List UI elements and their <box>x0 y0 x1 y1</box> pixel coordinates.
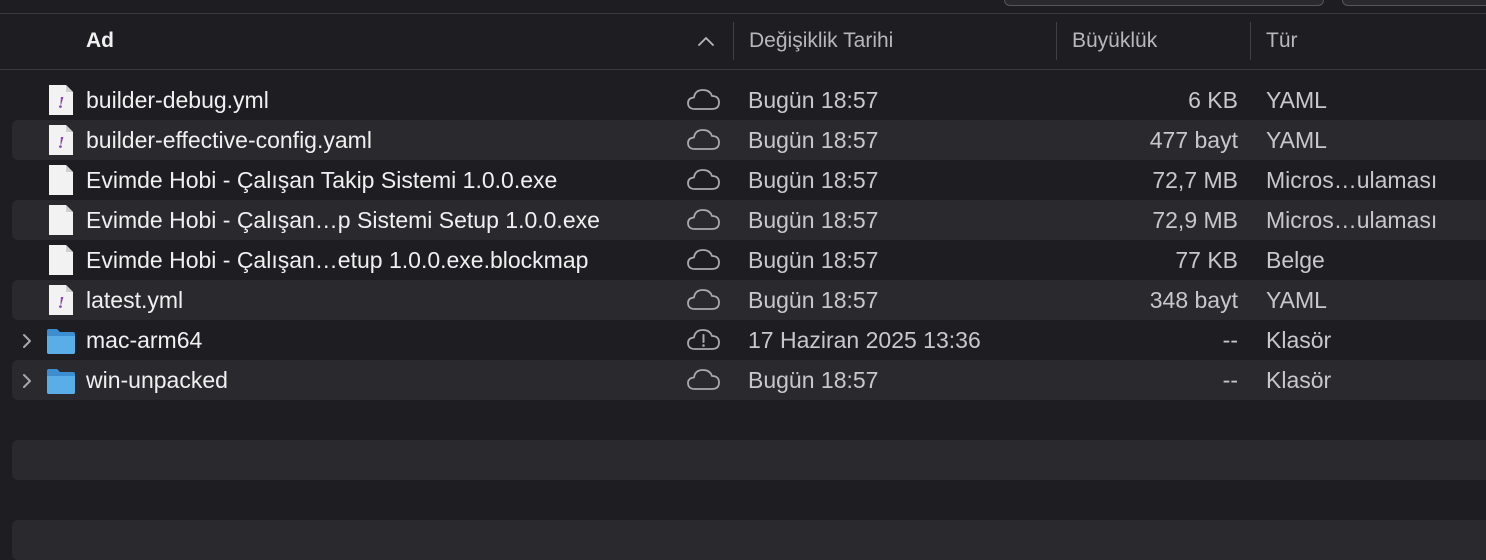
svg-text:!: ! <box>58 93 65 112</box>
file-kind: YAML <box>1266 287 1327 313</box>
file-date: Bugün 18:57 <box>748 367 879 393</box>
file-row[interactable]: ! builder-effective-config.yaml Bugün 18:5… <box>12 120 1486 160</box>
file-kind: YAML <box>1266 87 1327 113</box>
file-date: Bugün 18:57 <box>748 127 879 153</box>
file-name: builder-effective-config.yaml <box>86 127 372 153</box>
column-header-date[interactable]: Değişiklik Tarihi <box>749 14 893 70</box>
cloud-icon[interactable] <box>686 167 722 193</box>
file-name: mac-arm64 <box>86 327 203 353</box>
yaml-file-icon: ! <box>46 84 76 116</box>
file-kind: Klasör <box>1266 327 1332 353</box>
cloud-icon[interactable] <box>686 207 722 233</box>
column-header-name[interactable]: Ad <box>86 14 114 70</box>
folder-icon <box>46 364 76 396</box>
file-row[interactable]: ! latest.yml Bugün 18:57 348 bayt YAML <box>12 280 1486 320</box>
column-separator[interactable] <box>733 22 734 60</box>
empty-row <box>12 440 1486 480</box>
file-size: 348 bayt <box>1149 287 1238 313</box>
toolbar-search-field[interactable] <box>1004 0 1324 6</box>
svg-text:!: ! <box>58 293 65 312</box>
file-row[interactable]: Evimde Hobi - Çalışan…p Sistemi Setup 1.… <box>12 200 1486 240</box>
file-date: Bugün 18:57 <box>748 207 879 233</box>
file-row[interactable]: mac-arm64 17 Haziran 2025 13:36 -- Klasör <box>12 320 1486 360</box>
file-date: Bugün 18:57 <box>748 247 879 273</box>
file-size: 72,9 MB <box>1152 207 1238 233</box>
file-row[interactable]: win-unpacked Bugün 18:57 -- Klasör <box>12 360 1486 400</box>
disclosure-chevron-icon[interactable] <box>20 370 34 390</box>
column-separator[interactable] <box>1250 22 1251 60</box>
header-divider <box>0 69 1486 70</box>
file-date: Bugün 18:57 <box>748 287 879 313</box>
sort-ascending-chevron-icon[interactable] <box>697 33 715 51</box>
column-header-bar: Ad Değişiklik Tarihi Büyüklük Tür <box>0 14 1486 70</box>
file-size: -- <box>1222 367 1238 393</box>
cloud-icon[interactable] <box>686 87 722 113</box>
file-name: latest.yml <box>86 287 184 313</box>
file-date: Bugün 18:57 <box>748 167 879 193</box>
file-row[interactable]: ! builder-debug.yml Bugün 18:57 6 KB YAML <box>12 80 1486 120</box>
file-name: Evimde Hobi - Çalışan…etup 1.0.0.exe.blo… <box>86 247 589 273</box>
file-size: 6 KB <box>1188 87 1238 113</box>
document-icon <box>46 244 76 276</box>
svg-text:!: ! <box>58 133 65 152</box>
file-size: 477 bayt <box>1149 127 1238 153</box>
file-kind: Belge <box>1266 247 1325 273</box>
document-icon <box>46 204 76 236</box>
file-row[interactable]: Evimde Hobi - Çalışan…etup 1.0.0.exe.blo… <box>12 240 1486 280</box>
toolbar-button[interactable] <box>1342 0 1486 6</box>
empty-row <box>12 520 1486 560</box>
cloud-icon[interactable] <box>686 247 722 273</box>
file-date: 17 Haziran 2025 13:36 <box>748 327 981 353</box>
cloud-icon[interactable] <box>686 287 722 313</box>
column-separator[interactable] <box>1056 22 1057 60</box>
yaml-file-icon: ! <box>46 284 76 316</box>
cloud-icon[interactable] <box>686 367 722 393</box>
folder-icon <box>46 324 76 356</box>
file-name: win-unpacked <box>86 367 228 393</box>
file-kind: Micros…ulaması <box>1266 167 1438 193</box>
file-size: 77 KB <box>1175 247 1238 273</box>
file-row[interactable]: Evimde Hobi - Çalışan Takip Sistemi 1.0.… <box>12 160 1486 200</box>
file-kind: Klasör <box>1266 367 1332 393</box>
cloud-icon[interactable] <box>686 127 722 153</box>
column-header-kind[interactable]: Tür <box>1266 14 1298 70</box>
file-kind: Micros…ulaması <box>1266 207 1438 233</box>
file-kind: YAML <box>1266 127 1327 153</box>
yaml-file-icon: ! <box>46 124 76 156</box>
column-header-size[interactable]: Büyüklük <box>1072 14 1157 70</box>
file-date: Bugün 18:57 <box>748 87 879 113</box>
disclosure-chevron-icon[interactable] <box>20 330 34 350</box>
file-size: 72,7 MB <box>1152 167 1238 193</box>
cloud-alert-icon[interactable] <box>686 327 722 353</box>
file-size: -- <box>1222 327 1238 353</box>
document-icon <box>46 164 76 196</box>
file-name: Evimde Hobi - Çalışan…p Sistemi Setup 1.… <box>86 207 600 233</box>
file-name: Evimde Hobi - Çalışan Takip Sistemi 1.0.… <box>86 167 558 193</box>
file-name: builder-debug.yml <box>86 87 269 113</box>
